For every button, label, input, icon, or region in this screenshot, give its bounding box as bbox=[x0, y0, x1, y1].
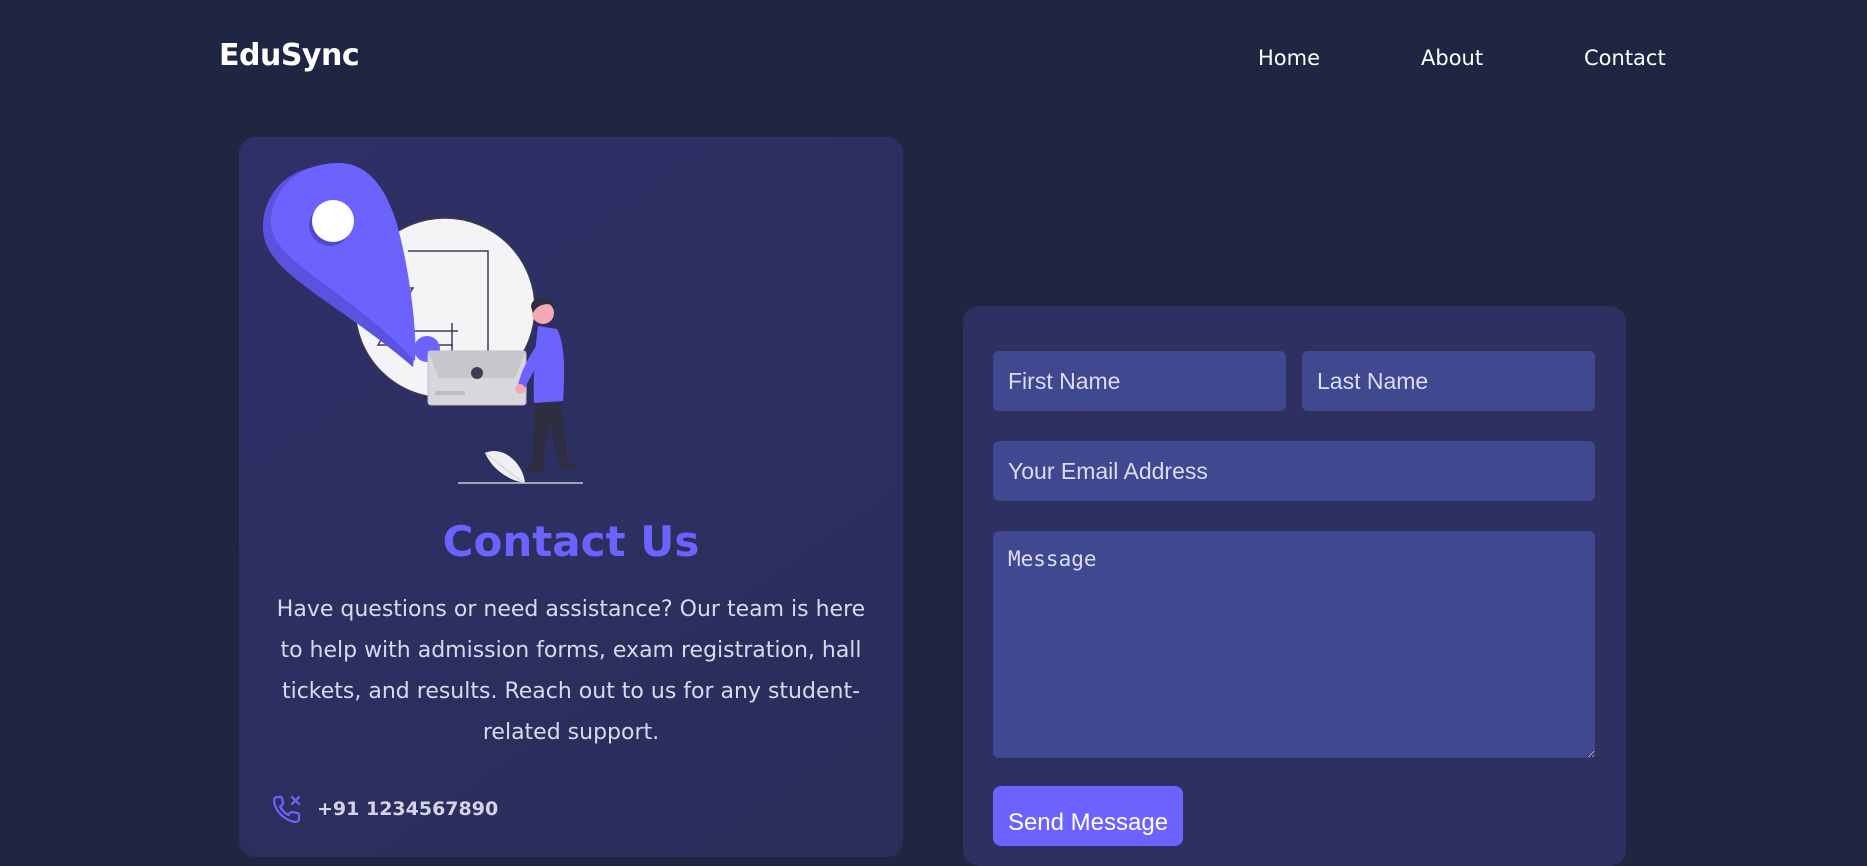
contact-form-card: Send Message bbox=[963, 306, 1626, 866]
nav-link-home[interactable]: Home bbox=[1258, 46, 1320, 70]
message-textarea[interactable] bbox=[993, 531, 1595, 758]
phone-call-icon bbox=[272, 795, 301, 824]
last-name-input[interactable] bbox=[1302, 351, 1595, 411]
first-name-input[interactable] bbox=[993, 351, 1286, 411]
email-input[interactable] bbox=[993, 441, 1595, 501]
navbar: EduSync Home About Contact bbox=[0, 0, 1867, 118]
contact-description: Have questions or need assistance? Our t… bbox=[276, 597, 866, 745]
location-pin-illustration bbox=[263, 163, 583, 484]
send-message-button[interactable]: Send Message bbox=[993, 786, 1183, 846]
nav-links: Home About Contact bbox=[0, 46, 1867, 76]
nav-link-contact[interactable]: Contact bbox=[1584, 46, 1666, 70]
pin-dot bbox=[312, 200, 354, 242]
phone-number[interactable]: +91 1234567890 bbox=[317, 798, 498, 820]
nav-link-about[interactable]: About bbox=[1421, 46, 1483, 70]
contact-title: Contact Us bbox=[442, 517, 700, 566]
phone-row: +91 1234567890 bbox=[271, 792, 498, 826]
contact-info-card: Contact Us Have questions or need assist… bbox=[239, 137, 903, 857]
